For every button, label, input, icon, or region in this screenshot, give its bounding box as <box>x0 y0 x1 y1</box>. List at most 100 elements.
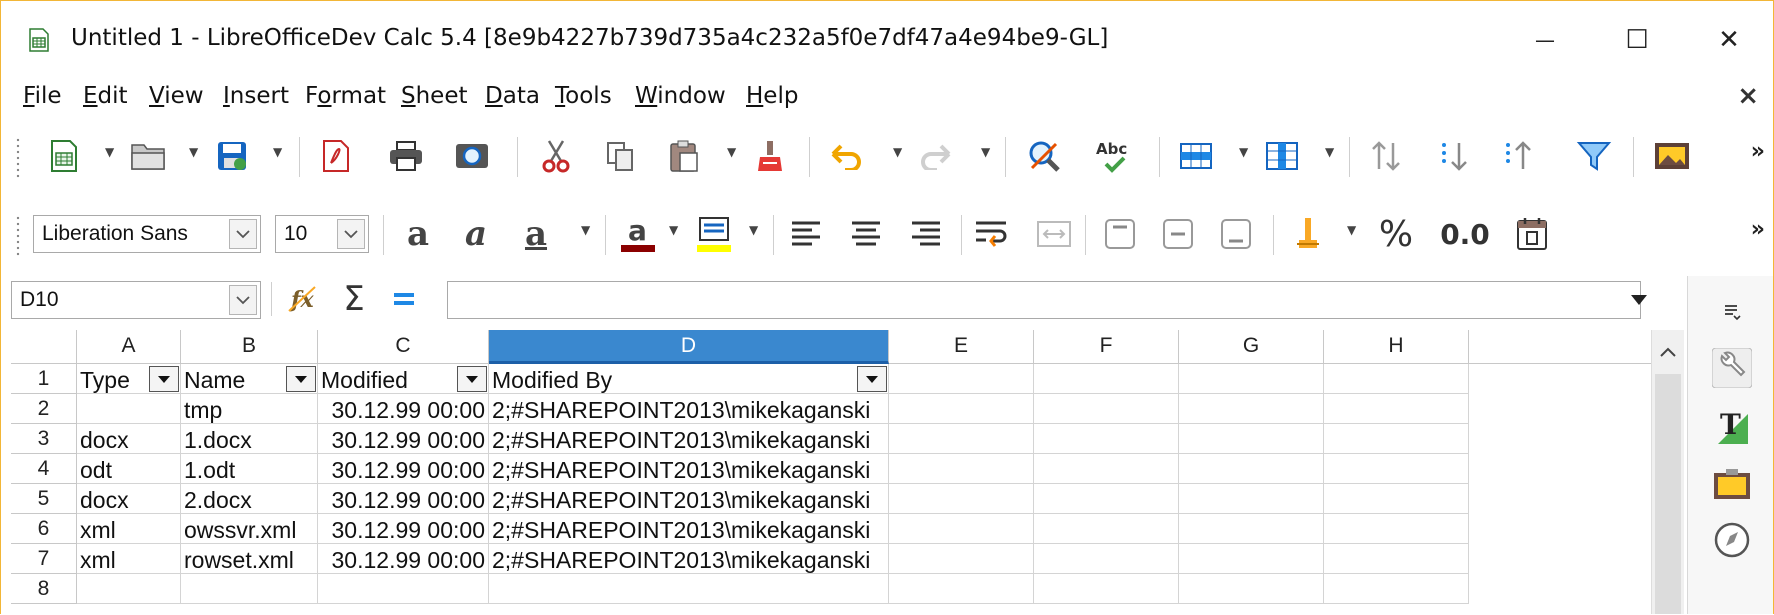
cell-e2[interactable] <box>889 394 1034 424</box>
cell-g6[interactable] <box>1179 514 1324 544</box>
expand-formula-icon[interactable] <box>1621 283 1657 317</box>
cell-a2[interactable] <box>77 394 181 424</box>
sort-ascending-icon[interactable] <box>1495 133 1541 179</box>
spreadsheet-grid[interactable]: A B C D E F G H 1 Type Name Modified Modifie… <box>11 330 1651 614</box>
cell-c4[interactable]: 30.12.99 00:00 <box>318 454 489 484</box>
row-header-1[interactable]: 1 <box>11 364 77 394</box>
cell-a3[interactable]: docx <box>77 424 181 454</box>
menu-view[interactable]: View <box>149 83 204 109</box>
cell-f2[interactable] <box>1034 394 1179 424</box>
cell-b8[interactable] <box>181 574 318 604</box>
column-dropdown-icon[interactable]: ▼ <box>1325 145 1334 159</box>
currency-dropdown-icon[interactable]: ▼ <box>1347 223 1356 237</box>
underline-dropdown-icon[interactable]: ▼ <box>581 223 590 237</box>
chevron-down-icon[interactable] <box>337 219 365 249</box>
navigator-icon[interactable] <box>1704 512 1760 568</box>
cell-a7[interactable]: xml <box>77 544 181 574</box>
cell-f4[interactable] <box>1034 454 1179 484</box>
menu-window[interactable]: Window <box>635 83 726 109</box>
cell-c2[interactable]: 30.12.99 00:00 <box>318 394 489 424</box>
name-box[interactable]: D10 <box>11 281 261 319</box>
align-top-icon[interactable] <box>1097 211 1143 257</box>
highlight-dropdown-icon[interactable]: ▼ <box>749 223 758 237</box>
export-pdf-icon[interactable] <box>313 133 359 179</box>
cell-g5[interactable] <box>1179 484 1324 514</box>
row-dropdown-icon[interactable]: ▼ <box>1239 145 1248 159</box>
autofilter-icon[interactable] <box>1571 133 1617 179</box>
menu-data[interactable]: Data <box>485 83 540 109</box>
font-size-combo[interactable]: 10 <box>275 215 369 253</box>
cell-h5[interactable] <box>1324 484 1469 514</box>
sort-icon[interactable] <box>1363 133 1409 179</box>
merge-cells-icon[interactable] <box>1031 211 1077 257</box>
font-color-dropdown-icon[interactable]: ▼ <box>669 223 678 237</box>
cut-icon[interactable] <box>533 133 579 179</box>
cell-h3[interactable] <box>1324 424 1469 454</box>
cell-g3[interactable] <box>1179 424 1324 454</box>
sort-descending-icon[interactable] <box>1431 133 1477 179</box>
cell-b7[interactable]: rowset.xml <box>181 544 318 574</box>
cell-c7[interactable]: 30.12.99 00:00 <box>318 544 489 574</box>
row-header-3[interactable]: 3 <box>11 424 77 454</box>
select-all-corner[interactable] <box>11 330 77 364</box>
cell-e7[interactable] <box>889 544 1034 574</box>
cell-b6[interactable]: owssvr.xml <box>181 514 318 544</box>
new-document-icon[interactable] <box>41 133 87 179</box>
cell-f8[interactable] <box>1034 574 1179 604</box>
column-header-d[interactable]: D <box>489 330 889 364</box>
cell-d7[interactable]: 2;#SHAREPOINT2013\mikekaganski <box>489 544 889 574</box>
cell-a4[interactable]: odt <box>77 454 181 484</box>
cell-f1[interactable] <box>1034 364 1179 394</box>
column-header-e[interactable]: E <box>889 330 1034 364</box>
menu-format[interactable]: Format <box>305 83 386 109</box>
toolbar-grip[interactable] <box>15 137 21 179</box>
cell-e8[interactable] <box>889 574 1034 604</box>
cell-g4[interactable] <box>1179 454 1324 484</box>
autofilter-dropdown-icon[interactable] <box>149 366 179 392</box>
cell-g8[interactable] <box>1179 574 1324 604</box>
chevron-down-icon[interactable] <box>229 219 257 249</box>
cell-e6[interactable] <box>889 514 1034 544</box>
cell-a8[interactable] <box>77 574 181 604</box>
cell-d5[interactable]: 2;#SHAREPOINT2013\mikekaganski <box>489 484 889 514</box>
redo-icon[interactable] <box>913 133 959 179</box>
date-format-icon[interactable] <box>1509 211 1555 257</box>
cell-g2[interactable] <box>1179 394 1324 424</box>
align-middle-icon[interactable] <box>1155 211 1201 257</box>
formula-icon[interactable] <box>381 276 427 322</box>
paste-icon[interactable] <box>661 133 707 179</box>
row-header-8[interactable]: 8 <box>11 574 77 604</box>
menu-tools[interactable]: Tools <box>555 83 612 109</box>
undo-icon[interactable] <box>823 133 869 179</box>
highlight-color-icon[interactable] <box>691 211 737 257</box>
more-toolbar-icon[interactable]: » <box>1751 217 1765 242</box>
cell-c5[interactable]: 30.12.99 00:00 <box>318 484 489 514</box>
save-dropdown-icon[interactable]: ▼ <box>273 145 282 159</box>
align-right-icon[interactable] <box>903 211 949 257</box>
menu-insert[interactable]: Insert <box>223 83 289 109</box>
sum-icon[interactable]: Σ <box>331 276 377 322</box>
print-icon[interactable] <box>383 133 429 179</box>
row-header-5[interactable]: 5 <box>11 484 77 514</box>
menu-help[interactable]: Help <box>746 83 798 109</box>
redo-dropdown-icon[interactable]: ▼ <box>981 145 990 159</box>
cell-e4[interactable] <box>889 454 1034 484</box>
cell-h4[interactable] <box>1324 454 1469 484</box>
wrap-text-icon[interactable] <box>969 211 1015 257</box>
cell-e3[interactable] <box>889 424 1034 454</box>
font-name-combo[interactable]: Liberation Sans <box>33 215 261 253</box>
chevron-down-icon[interactable] <box>229 285 257 315</box>
autofilter-dropdown-icon[interactable] <box>857 366 887 392</box>
cell-h2[interactable] <box>1324 394 1469 424</box>
percent-format-icon[interactable]: % <box>1373 211 1419 257</box>
cell-b2[interactable]: tmp <box>181 394 318 424</box>
menu-edit[interactable]: Edit <box>83 83 128 109</box>
cell-e5[interactable] <box>889 484 1034 514</box>
column-icon[interactable] <box>1259 133 1305 179</box>
cell-h7[interactable] <box>1324 544 1469 574</box>
font-color-icon[interactable]: a <box>615 211 661 257</box>
row-header-7[interactable]: 7 <box>11 544 77 574</box>
cell-a6[interactable]: xml <box>77 514 181 544</box>
spellcheck-icon[interactable]: Abc <box>1091 133 1137 179</box>
toolbar-grip[interactable] <box>15 215 21 257</box>
